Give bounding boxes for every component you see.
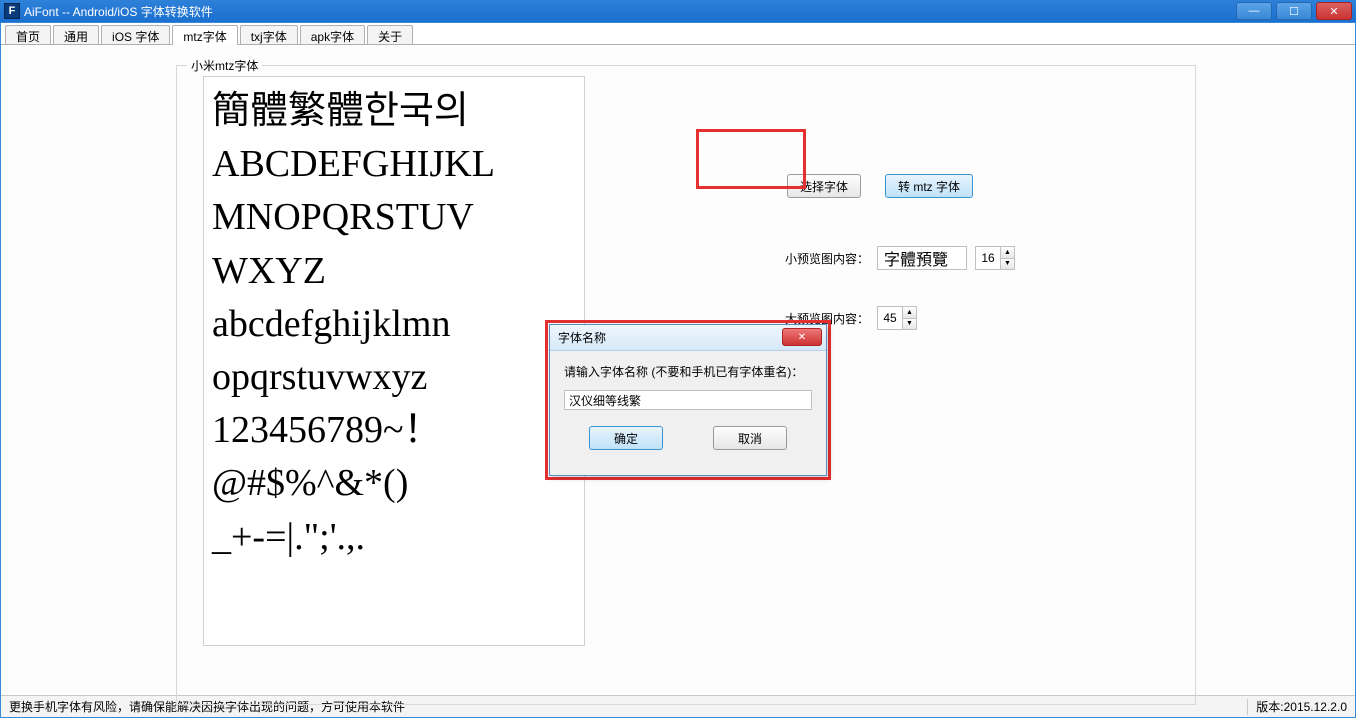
close-window-button[interactable]: ✕ (1316, 2, 1352, 20)
tab-about[interactable]: 关于 (367, 25, 413, 45)
version-label: 版本: (1256, 698, 1283, 715)
font-preview-large: 簡體繁體한국의 ABCDEFGHIJKL MNOPQRSTUV WXYZ abc… (203, 76, 585, 646)
group-legend: 小米mtz字体 (187, 57, 262, 74)
preview-line: MNOPQRSTUV (212, 191, 576, 244)
tab-general[interactable]: 通用 (53, 25, 99, 45)
large-preview-size-spin[interactable]: ▲▼ (877, 306, 917, 330)
tab-txj-font[interactable]: txj字体 (240, 25, 298, 45)
tab-ios-font[interactable]: iOS 字体 (101, 25, 170, 45)
small-preview-size-spin[interactable]: ▲▼ (975, 246, 1015, 270)
window-title: AiFont -- Android/iOS 字体转换软件 (24, 3, 1236, 20)
preview-line: opqrstuvwxyz (212, 351, 576, 404)
tab-bar: 首页 通用 iOS 字体 mtz字体 txj字体 apk字体 关于 (1, 23, 1355, 45)
maximize-button[interactable]: ☐ (1276, 2, 1312, 20)
preview-line: WXYZ (212, 245, 576, 298)
spin-up-icon[interactable]: ▲ (1000, 247, 1014, 259)
tab-home[interactable]: 首页 (5, 25, 51, 45)
small-preview-input[interactable] (877, 246, 967, 270)
dialog-cancel-button[interactable]: 取消 (713, 426, 787, 450)
large-preview-size-value[interactable] (878, 307, 902, 329)
select-font-button[interactable]: 选择字体 (787, 174, 861, 198)
small-preview-size-value[interactable] (976, 247, 1000, 269)
convert-mtz-button[interactable]: 转 mtz 字体 (885, 174, 973, 198)
spin-down-icon[interactable]: ▼ (1000, 259, 1014, 270)
font-name-input[interactable] (564, 390, 812, 410)
font-name-dialog: 字体名称 ✕ 请输入字体名称 (不要和手机已有字体重名)： 确定 取消 (549, 324, 827, 476)
version-value: 2015.12.2.0 (1284, 700, 1347, 714)
dialog-close-button[interactable]: ✕ (782, 328, 822, 346)
dialog-ok-button[interactable]: 确定 (589, 426, 663, 450)
preview-line: _+-=|.";'.,. (212, 511, 576, 564)
dialog-prompt: 请输入字体名称 (不要和手机已有字体重名)： (564, 363, 812, 380)
preview-line: ABCDEFGHIJKL (212, 138, 576, 191)
tab-apk-font[interactable]: apk字体 (300, 25, 365, 45)
preview-line-cjk: 簡體繁體한국의 (212, 85, 576, 138)
tab-content: 小米mtz字体 簡體繁體한국의 ABCDEFGHIJKL MNOPQRSTUV … (1, 44, 1355, 695)
small-preview-label: 小预览图内容： (785, 250, 869, 267)
preview-line: abcdefghijklmn (212, 298, 576, 351)
preview-line: 123456789~！ (212, 404, 576, 457)
spin-down-icon[interactable]: ▼ (902, 319, 916, 330)
tab-mtz-font[interactable]: mtz字体 (172, 25, 237, 45)
title-bar: F AiFont -- Android/iOS 字体转换软件 — ☐ ✕ (0, 0, 1356, 22)
minimize-button[interactable]: — (1236, 2, 1272, 20)
status-separator (1247, 699, 1248, 715)
window-controls: — ☐ ✕ (1236, 2, 1356, 20)
preview-line: @#$%^&*() (212, 457, 576, 510)
spin-up-icon[interactable]: ▲ (902, 307, 916, 319)
app-icon: F (4, 3, 20, 19)
dialog-title: 字体名称 (558, 329, 606, 346)
dialog-title-bar: 字体名称 ✕ (550, 325, 826, 351)
